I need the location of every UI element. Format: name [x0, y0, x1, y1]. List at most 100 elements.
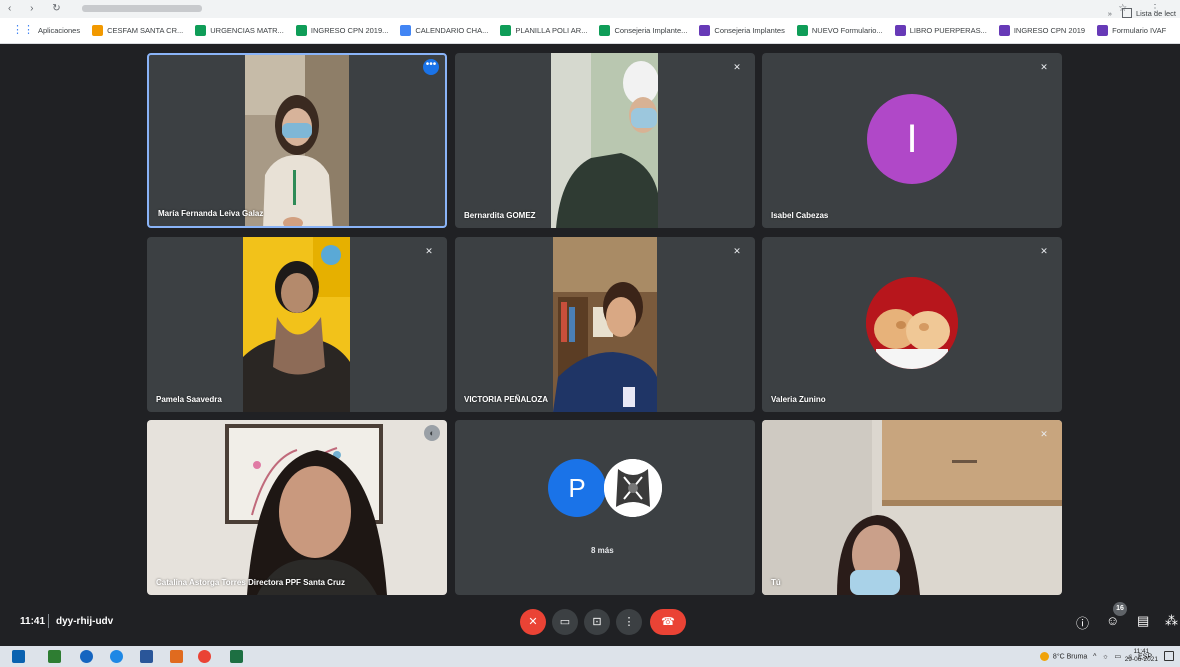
weather-label[interactable]: 8°C Bruma	[1053, 653, 1087, 660]
participant-video	[243, 237, 350, 412]
more-participants-label: 8 más	[591, 546, 614, 555]
app-icon[interactable]	[170, 650, 183, 663]
bookmark-label: Formulario IVAF	[1112, 26, 1167, 35]
meeting-code: dyy-rhij-udv	[56, 616, 114, 627]
muted-mic-icon: ✕	[1040, 429, 1048, 439]
people-count-badge: 16	[1113, 602, 1127, 616]
file-explorer-icon[interactable]	[48, 650, 61, 663]
bookmark-label: Consejeria Implantes	[714, 26, 785, 35]
chrome-icon[interactable]	[198, 650, 211, 663]
more-options-button[interactable]: ⋮	[616, 609, 642, 635]
reading-list-icon	[1121, 8, 1132, 18]
muted-mic-icon: ✕	[733, 62, 741, 72]
start-icon[interactable]	[12, 650, 25, 663]
bookmark-item[interactable]: Formulario IVAF	[1097, 25, 1166, 36]
participant-name: Tú	[771, 578, 781, 587]
participant-tile[interactable]: ✕ Valeria Zunino	[762, 237, 1062, 412]
bookmark-item[interactable]: NUEVO Formulario...	[796, 25, 883, 36]
meeting-details-button[interactable]: ⓘ	[1076, 613, 1089, 632]
participant-tile[interactable]: I ✕ Isabel Cabezas	[762, 53, 1062, 228]
address-bar[interactable]	[82, 5, 202, 12]
participant-video	[553, 237, 657, 412]
bookmark-label: INGRESO CPN 2019...	[310, 26, 389, 35]
bookmark-item[interactable]: INGRESO CPN 2019...	[295, 25, 389, 36]
participant-tile[interactable]: ✕ Tú	[762, 420, 1062, 595]
bookmark-label: PLANILLA POLI AR...	[515, 26, 588, 35]
participant-avatar	[604, 459, 662, 517]
bookmark-label: Aplicaciones	[38, 26, 81, 35]
edge-icon[interactable]	[110, 650, 123, 663]
bookmark-item[interactable]: ⋮⋮ Aplicaciones	[12, 25, 80, 36]
apps-grid-icon: ⋮⋮	[12, 24, 34, 36]
bookmark-label: INGRESO CPN 2019	[1013, 26, 1086, 35]
participant-avatar: I	[867, 94, 957, 184]
bookmark-item[interactable]: PLANILLA POLI AR...	[500, 25, 587, 36]
activities-button[interactable]: ⁂	[1165, 613, 1178, 629]
bookmark-item[interactable]: CESFAM SANTA CR...	[92, 25, 183, 36]
mic-off-icon: ✕	[528, 616, 538, 628]
notifications-icon[interactable]	[1164, 651, 1174, 661]
weather-icon	[1039, 652, 1049, 661]
docs-icon	[400, 25, 412, 36]
muted-mic-icon: ✕	[1040, 246, 1048, 256]
bookmark-item[interactable]: CALENDARIO CHA...	[400, 25, 488, 36]
bookmark-item[interactable]: URGENCIAS MATR...	[195, 25, 284, 36]
participant-tile[interactable]: ✕ Pamela Saavedra	[147, 237, 447, 412]
participant-name: Isabel Cabezas	[771, 211, 829, 220]
mic-icon: ◐	[424, 425, 440, 441]
more-options-icon[interactable]: •••	[423, 59, 439, 75]
forms-icon	[1097, 25, 1109, 36]
bookmark-item[interactable]: Consejeria Implante...	[599, 25, 687, 36]
camera-icon: ▭	[559, 616, 571, 628]
bookmark-label: URGENCIAS MATR...	[210, 26, 284, 35]
participant-name: Pamela Saavedra	[156, 395, 222, 404]
participant-video	[762, 420, 1062, 595]
participant-tile[interactable]: ✕ Bernardita GOMEZ	[455, 53, 755, 228]
bookmark-item[interactable]: Consejeria Implantes	[699, 25, 785, 36]
participant-avatar: P	[548, 459, 606, 517]
bookmark-label: Consejeria Implante...	[614, 26, 688, 35]
bookmarks-overflow: » Lista de lect	[1108, 0, 1176, 26]
divider	[48, 614, 49, 628]
participant-tile[interactable]: ◐ Catalina Astorga Torres Directora PPF …	[147, 420, 447, 595]
participant-video	[551, 53, 658, 228]
reading-list-label[interactable]: Lista de lect	[1136, 9, 1176, 18]
excel-icon[interactable]	[230, 650, 243, 663]
more-vert-icon: ⋮	[623, 616, 635, 628]
participant-tile[interactable]: ✕ VICTORIA PEÑALOZA	[455, 237, 755, 412]
camera-toggle-button[interactable]: ▭	[552, 609, 578, 635]
browser-nav-icons[interactable]: ‹ › ↻	[8, 3, 69, 14]
participant-name: Catalina Astorga Torres Directora PPF Sa…	[156, 578, 345, 587]
bookmarks-bar: ⋮⋮ Aplicaciones CESFAM SANTA CR... URGENCIA…	[0, 18, 1180, 44]
participant-video	[147, 420, 447, 595]
taskbar-date: 29-06-2021	[1124, 656, 1158, 663]
bookmarks-more-button[interactable]: »	[1108, 9, 1112, 18]
participant-tile[interactable]: ••• María Fernanda Leiva Galaz	[147, 53, 447, 228]
forms-icon	[894, 25, 906, 36]
word-icon[interactable]	[140, 650, 153, 663]
bookmark-item[interactable]: LIBRO PUERPERAS...	[894, 25, 987, 36]
taskbar-clock[interactable]: 11:41 29-06-2021	[1125, 648, 1158, 664]
forms-icon	[998, 25, 1010, 36]
leave-call-button[interactable]: ☎	[650, 609, 686, 635]
sheets-icon	[599, 25, 611, 36]
participant-video	[245, 55, 349, 226]
bookmark-label: LIBRO PUERPERAS...	[909, 26, 987, 35]
muted-mic-icon: ✕	[733, 246, 741, 256]
chat-button[interactable]: ▤	[1137, 613, 1149, 629]
sheets-icon	[500, 25, 512, 36]
others-tile[interactable]: P 8 más	[455, 420, 755, 595]
present-button[interactable]: ⊡	[584, 609, 610, 635]
hang-up-icon: ☎	[661, 616, 675, 628]
muted-mic-icon: ✕	[425, 246, 433, 256]
forms-icon	[699, 25, 711, 36]
meeting-controls-bar: 11:41 dyy-rhij-udv ✕ ▭ ⊡ ⋮ ☎ ⓘ ☺ 16 ▤ ⁂	[0, 600, 1180, 644]
participant-name: VICTORIA PEÑALOZA	[464, 395, 549, 404]
taskbar-time: 11:41	[1133, 648, 1150, 655]
bookmark-item[interactable]: INGRESO CPN 2019	[998, 25, 1086, 36]
participant-name: María Fernanda Leiva Galaz	[158, 209, 264, 218]
sheets-icon	[796, 25, 808, 36]
mic-toggle-button[interactable]: ✕	[520, 609, 546, 635]
browser-icon[interactable]	[80, 650, 93, 663]
bookmark-label: CALENDARIO CHA...	[415, 26, 489, 35]
